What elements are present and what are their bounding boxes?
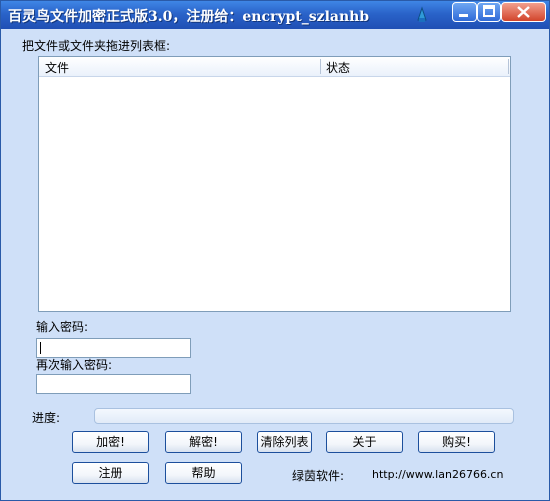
password-confirm-label: 再次输入密码: (36, 358, 113, 372)
password-input[interactable] (36, 338, 191, 358)
vendor-label: 绿茵软件: (292, 469, 345, 483)
maximize-icon (483, 5, 495, 17)
text-caret (40, 342, 41, 354)
column-status[interactable]: 状态 (326, 59, 350, 76)
file-list[interactable]: 文件 状态 (38, 56, 511, 312)
column-separator[interactable] (320, 59, 321, 74)
window-title: 百灵鸟文件加密正式版3.0，注册给：encrypt_szlanhb (8, 9, 370, 25)
clear-list-button[interactable]: 清除列表 (257, 431, 312, 453)
decrypt-button[interactable]: 解密! (165, 431, 242, 453)
minimize-button[interactable] (452, 2, 477, 22)
column-separator[interactable] (508, 59, 509, 74)
drop-instruction: 把文件或文件夹拖进列表框: (22, 39, 171, 53)
help-button[interactable]: 帮助 (165, 462, 242, 484)
file-list-header: 文件 状态 (39, 57, 510, 77)
title-bar[interactable]: 百灵鸟文件加密正式版3.0，注册给：encrypt_szlanhb (1, 1, 549, 29)
progress-label: 进度: (32, 411, 61, 425)
close-icon (517, 6, 530, 18)
close-button[interactable] (501, 2, 546, 22)
buy-button[interactable]: 购买! (418, 431, 495, 453)
encrypt-button[interactable]: 加密! (72, 431, 149, 453)
minimize-icon (459, 14, 468, 17)
vendor-url[interactable]: http://www.lan26766.cn (372, 468, 503, 481)
progress-bar (94, 408, 514, 424)
pin-icon[interactable] (413, 6, 431, 24)
about-button[interactable]: 关于 (326, 431, 403, 453)
password-confirm-input[interactable] (36, 374, 191, 394)
maximize-button[interactable] (477, 2, 501, 22)
password-label: 输入密码: (36, 320, 89, 334)
column-file[interactable]: 文件 (45, 59, 69, 76)
app-window: 百灵鸟文件加密正式版3.0，注册给：encrypt_szlanhb 把文件或文件… (0, 0, 550, 501)
register-button[interactable]: 注册 (72, 462, 149, 484)
